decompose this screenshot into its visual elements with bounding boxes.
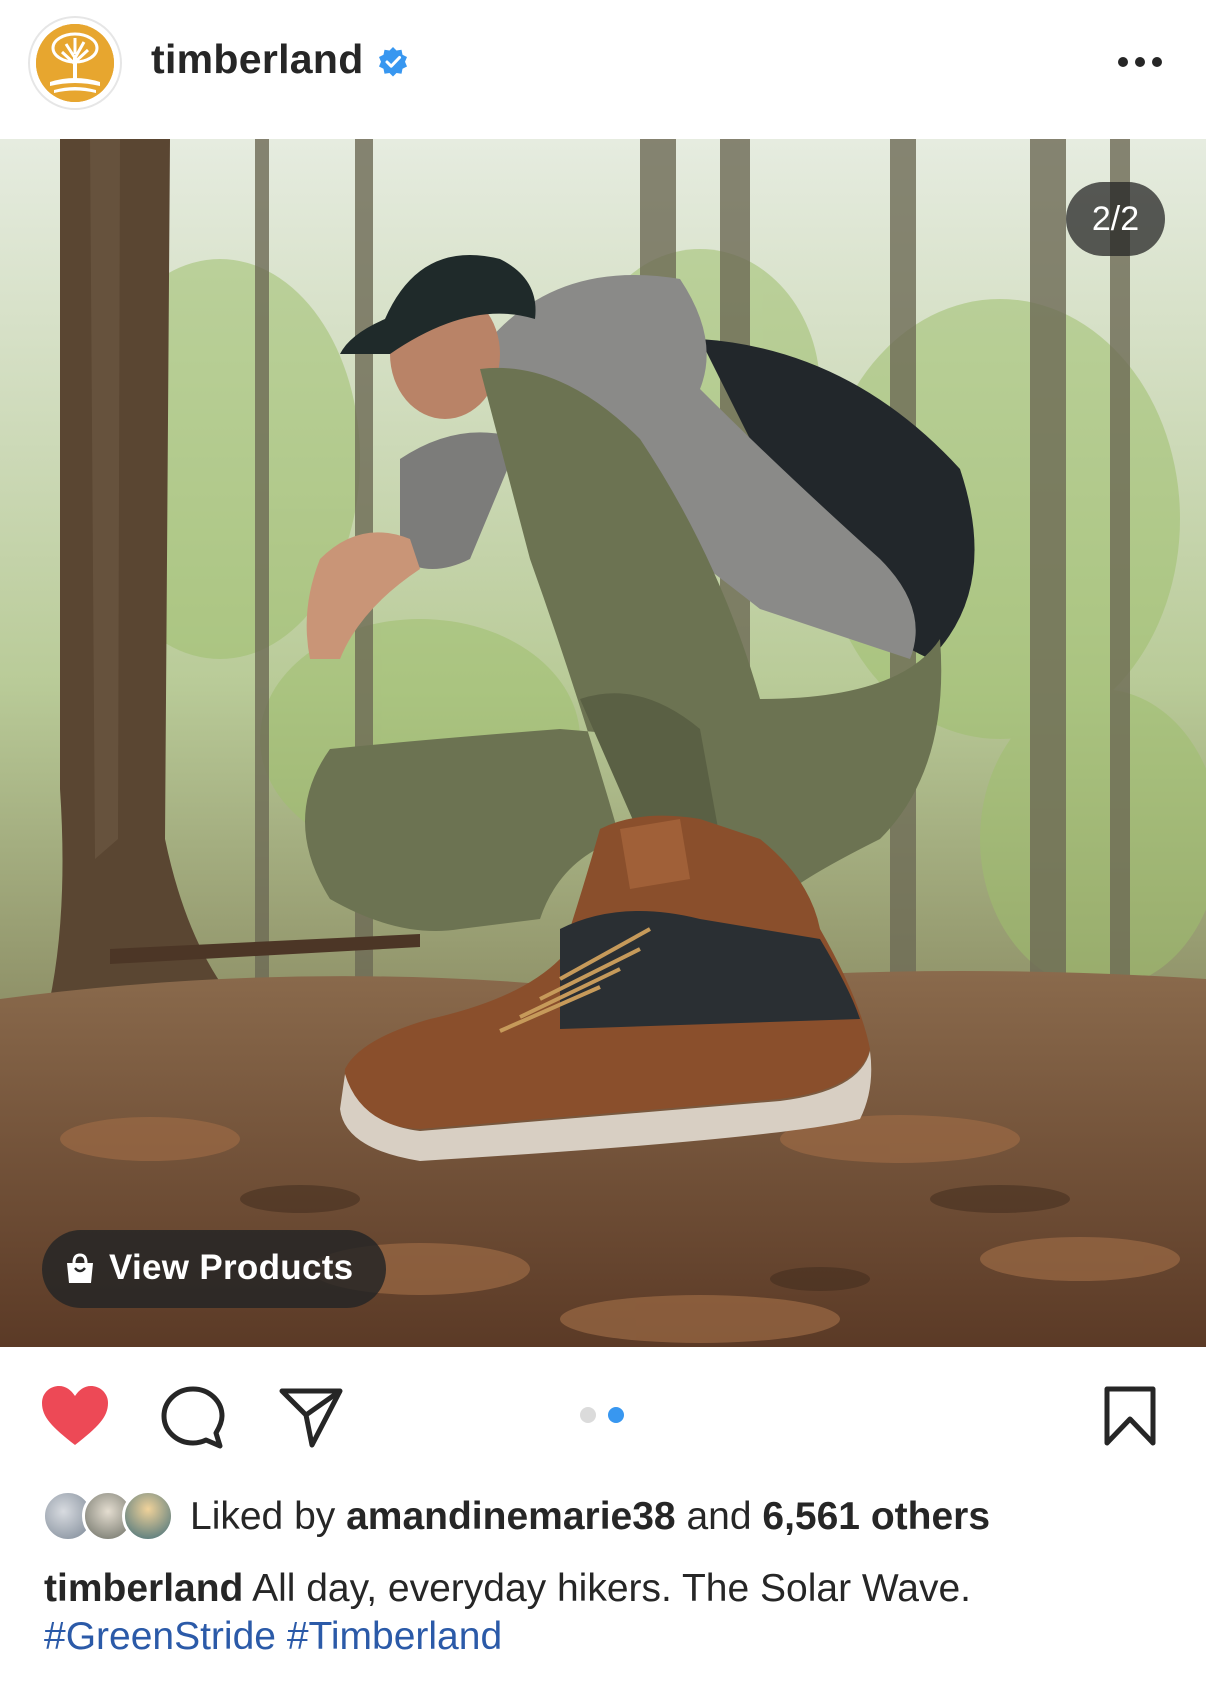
view-products-label: View Products (109, 1248, 354, 1287)
caption-text: All day, everyday hikers. The Solar Wave… (252, 1567, 971, 1610)
share-icon[interactable] (278, 1387, 344, 1449)
likes-summary[interactable]: Liked by amandinemarie38 and 6,561 other… (190, 1495, 990, 1539)
timberland-logo-icon (36, 24, 114, 102)
heart-filled-icon[interactable] (40, 1385, 110, 1449)
post-caption: timberland All day, everyday hikers. The… (44, 1565, 1164, 1661)
carousel-indicator (580, 1407, 630, 1425)
carousel-dot-2 (608, 1407, 624, 1423)
view-products-button[interactable]: View Products (42, 1230, 386, 1308)
hashtag-link[interactable]: #Timberland (287, 1615, 502, 1658)
carousel-counter: 2/2 (1066, 182, 1165, 256)
photo-illustration (0, 139, 1206, 1347)
post-actions (0, 1347, 1206, 1477)
likes-prefix: Liked by (190, 1495, 336, 1538)
comment-icon[interactable] (160, 1385, 226, 1451)
more-options-icon[interactable] (1112, 44, 1168, 76)
caption-username[interactable]: timberland (44, 1567, 243, 1610)
post-username[interactable]: timberland (151, 36, 364, 83)
bookmark-icon[interactable] (1103, 1385, 1157, 1447)
profile-avatar[interactable] (28, 16, 122, 110)
liker-username[interactable]: amandinemarie38 (346, 1495, 676, 1538)
hashtag-link[interactable]: #GreenStride (44, 1615, 276, 1658)
post-photo[interactable] (0, 139, 1206, 1347)
likes-row: Liked by amandinemarie38 and 6,561 other… (0, 1477, 1206, 1557)
liker-avatar[interactable] (122, 1490, 174, 1542)
verified-badge-icon (379, 47, 407, 77)
likes-middle: and (686, 1495, 752, 1538)
shopping-bag-icon (67, 1253, 93, 1283)
post-header: timberland (0, 0, 1206, 139)
carousel-dot-1 (580, 1407, 596, 1423)
likes-others-count[interactable]: 6,561 others (762, 1495, 990, 1538)
